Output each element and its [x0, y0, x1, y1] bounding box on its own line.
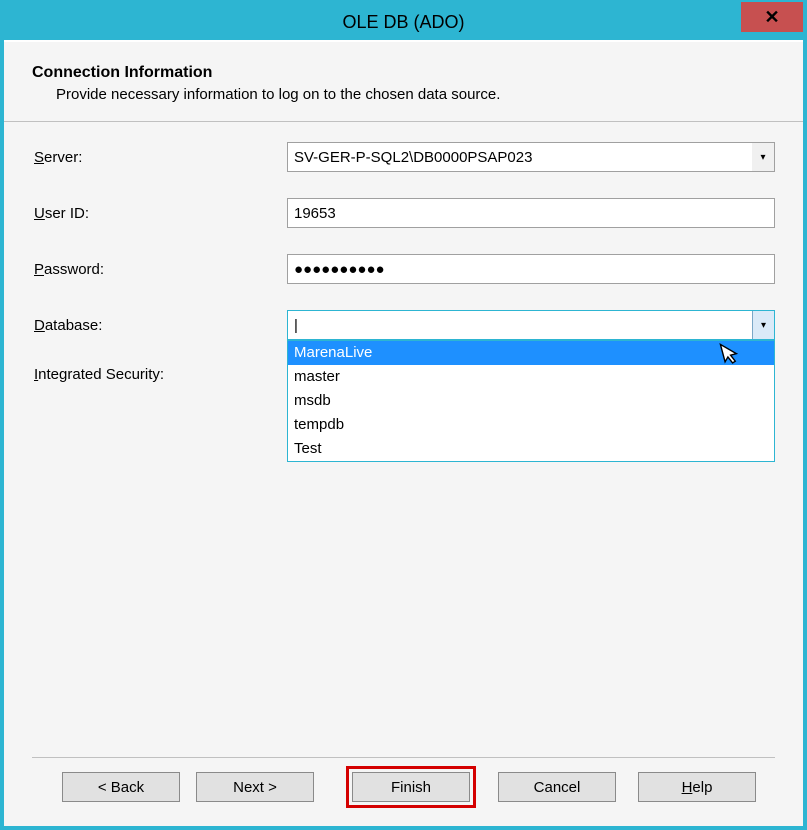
- header-title: Connection Information: [32, 64, 775, 82]
- database-option[interactable]: MarenaLive: [288, 341, 774, 365]
- database-dropdown-list: MarenaLive master msdb tempdb Test: [287, 340, 775, 462]
- header-subtitle: Provide necessary information to log on …: [56, 86, 775, 103]
- titlebar: OLE DB (ADO) ✕: [4, 4, 803, 40]
- dialog-window: OLE DB (ADO) ✕ Connection Information Pr…: [0, 0, 807, 830]
- database-option[interactable]: master: [288, 365, 774, 389]
- label-server: Server:: [32, 149, 287, 166]
- chevron-down-icon[interactable]: ▾: [752, 311, 774, 339]
- database-option[interactable]: msdb: [288, 389, 774, 413]
- close-button[interactable]: ✕: [741, 2, 803, 32]
- cancel-button[interactable]: Cancel: [498, 772, 616, 802]
- server-combo[interactable]: ▾: [287, 142, 775, 172]
- row-database: Database: ▾ MarenaLive master msdb tempd…: [32, 310, 775, 340]
- header-block: Connection Information Provide necessary…: [32, 64, 775, 103]
- form-area: Server: ▾ User ID: P: [32, 142, 775, 757]
- label-integrated: Integrated Security:: [32, 366, 287, 383]
- finish-highlight: Finish: [346, 766, 476, 808]
- database-option[interactable]: tempdb: [288, 413, 774, 437]
- next-button[interactable]: Next >: [196, 772, 314, 802]
- label-password: Password:: [32, 261, 287, 278]
- finish-button[interactable]: Finish: [352, 772, 470, 802]
- window-title: OLE DB (ADO): [4, 12, 803, 33]
- row-server: Server: ▾: [32, 142, 775, 172]
- server-input[interactable]: [287, 142, 775, 172]
- database-option[interactable]: Test: [288, 437, 774, 461]
- label-database: Database:: [32, 317, 287, 334]
- userid-input[interactable]: [287, 198, 775, 228]
- database-combo[interactable]: ▾ MarenaLive master msdb tempdb Test: [287, 310, 775, 340]
- row-userid: User ID:: [32, 198, 775, 228]
- back-button[interactable]: < Back: [62, 772, 180, 802]
- help-button[interactable]: Help: [638, 772, 756, 802]
- separator: [4, 121, 803, 122]
- row-password: Password:: [32, 254, 775, 284]
- database-input[interactable]: [287, 310, 775, 340]
- password-input[interactable]: [287, 254, 775, 284]
- button-bar: < Back Next > Finish Cancel Help: [32, 757, 775, 826]
- close-icon: ✕: [764, 7, 779, 28]
- content-pane: Connection Information Provide necessary…: [4, 40, 803, 826]
- chevron-down-icon[interactable]: ▾: [752, 143, 774, 171]
- label-userid: User ID:: [32, 205, 287, 222]
